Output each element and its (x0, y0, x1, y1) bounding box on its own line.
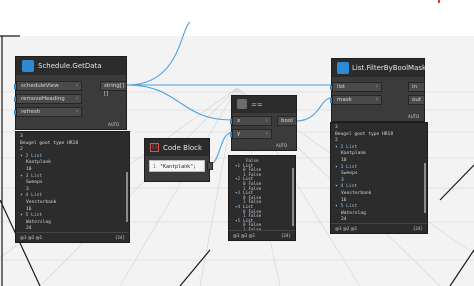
preview-footer: @3 @2 @1 {24} (16, 232, 129, 242)
preview-scrollbar[interactable] (292, 168, 294, 226)
lacing-indicator[interactable]: AUTO (408, 114, 419, 119)
row-text: 5 List (25, 213, 43, 219)
row-text: 2 List (25, 153, 43, 159)
row-text: 2 List (340, 144, 358, 150)
row-text: 2 (20, 147, 23, 153)
row-text: 10 (26, 167, 32, 172)
lacing-indicator[interactable]: AUTO (108, 122, 119, 127)
output-port-in[interactable]: in (408, 82, 425, 92)
code-editor[interactable]: 1 "Kantplank"; (149, 160, 205, 172)
row-text: Sweeps (26, 180, 43, 186)
row-text: 2 (335, 138, 338, 144)
chevron-right-icon: › (375, 83, 378, 90)
node-header[interactable]: == (232, 96, 296, 113)
schedule-getdata-node[interactable]: Schedule.GetData scheduleView › removeHea… (14, 56, 127, 130)
row-text: 4 List (340, 184, 358, 190)
list-levels[interactable]: @3 @2 @1 (20, 235, 42, 240)
code-block-node[interactable]: {} Code Block 1 "Kantplank"; (144, 138, 213, 182)
chevron-right-icon: › (75, 108, 78, 115)
lacing-indicator[interactable]: AUTO (276, 143, 287, 148)
red-marker (438, 0, 440, 3)
input-port-scheduleview[interactable]: scheduleView › (14, 81, 82, 91)
filter-by-bool-mask-node[interactable]: List.FilterByBoolMask list › mask › in out… (330, 58, 427, 122)
input-port-x[interactable]: x › (230, 116, 272, 126)
row-text: 24 (341, 217, 347, 223)
row-text: 4 List (25, 193, 43, 199)
output-port-out[interactable]: out (408, 95, 425, 105)
line-number: 1 (153, 164, 157, 170)
preview-scrollbar[interactable] (126, 172, 128, 222)
equals-node[interactable]: == x › y › bool AUTO (230, 95, 297, 151)
input-port-list[interactable]: list › (330, 82, 382, 92)
schedule-preview-panel[interactable]: 3 Beugel goot type HR18 2 ▾ 2 List Kantplank… (15, 131, 130, 243)
node-header[interactable]: Schedule.GetData (16, 57, 126, 75)
input-port-refresh[interactable]: refresh › (14, 107, 82, 117)
row-text: 5 List (340, 204, 358, 210)
output-port-bool[interactable]: bool (277, 116, 297, 126)
input-port-y[interactable]: y › (230, 129, 272, 139)
chevron-right-icon: › (75, 95, 78, 102)
chevron-right-icon: › (375, 96, 378, 103)
input-port-mask[interactable]: mask › (330, 95, 382, 105)
equals-preview-panel[interactable]: False ▾1 List 0 False 1 False ▾2 List 0 False 1 Fals… (228, 155, 296, 241)
row-text: 16 (341, 197, 347, 203)
row-text: 16 (26, 206, 32, 212)
node-title: Code Block (163, 144, 203, 152)
code-block-icon: {} (150, 143, 159, 152)
row-text: Beugel goot type HR18 (20, 140, 79, 146)
input-port-removeheading[interactable]: removeHeading › (14, 94, 82, 104)
filter-preview-panel[interactable]: 3 Beugel goot type HR18 2 ▾ 2 List Kantplank… (330, 122, 428, 234)
output-port-nub[interactable] (207, 162, 213, 170)
chevron-right-icon: › (265, 117, 268, 124)
list-levels[interactable]: @3 @2 @1 (233, 233, 255, 238)
item-count: {24} (114, 235, 125, 240)
row-text: Waterslag (26, 219, 51, 225)
row-text: Kantplank (341, 151, 366, 157)
row-text: 3 (335, 125, 338, 130)
node-title: List.FilterByBoolMask (352, 64, 427, 72)
row-text: 3 (341, 177, 344, 183)
preview-scrollbar[interactable] (424, 163, 426, 213)
row-text: Kantplank (26, 160, 51, 166)
chevron-right-icon: › (265, 130, 268, 137)
row-text: 3 (26, 186, 29, 192)
node-header[interactable]: {} Code Block (145, 139, 209, 156)
row-text: Vensterbank (341, 191, 372, 196)
preview-footer: @3 @2 @1 {24} (229, 230, 295, 240)
row-text: Vensterbank (26, 200, 57, 205)
row-text: Sweeps (341, 171, 358, 177)
preview-footer: @3 @2 @1 {24} (331, 223, 427, 233)
row-text: 3 (20, 134, 23, 139)
row-text: Beugel goot type HR18 (335, 131, 394, 137)
list-icon (337, 62, 349, 74)
row-text: 3 List (340, 164, 358, 170)
schedule-icon (22, 60, 34, 72)
row-text: Waterslag (341, 210, 366, 216)
code-text: "Kantplank"; (160, 164, 197, 170)
equals-icon (237, 99, 247, 109)
output-port-string[interactable]: string[][] (100, 81, 127, 97)
list-levels[interactable]: @3 @2 @1 (335, 226, 357, 231)
node-title: Schedule.GetData (38, 62, 102, 70)
row-text: 3 List (25, 173, 43, 179)
node-title: == (251, 101, 263, 109)
row-text: 24 (26, 226, 32, 232)
node-header[interactable]: List.FilterByBoolMask (332, 59, 427, 77)
row-text: 10 (341, 158, 347, 163)
chevron-right-icon: › (75, 82, 78, 89)
item-count: {24} (412, 226, 423, 231)
item-count: {24} (280, 233, 291, 238)
